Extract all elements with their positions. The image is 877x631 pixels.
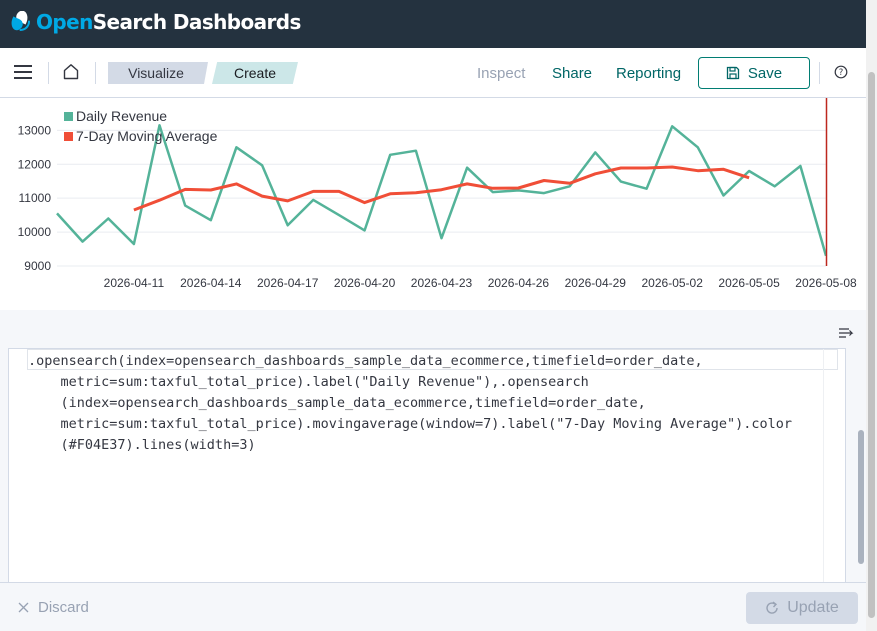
nav-divider [95, 62, 96, 84]
x-tick-label: 2026-05-08 [795, 276, 857, 290]
x-tick-label: 2026-05-05 [718, 276, 780, 290]
timeline-chart[interactable]: 9000 10000 11000 12000 13000 2026-04-11 2026-0… [0, 98, 866, 310]
inspect-link[interactable]: Inspect [477, 65, 525, 82]
word-wrap-icon[interactable] [838, 326, 854, 344]
x-tick-label: 2026-04-23 [411, 276, 473, 290]
close-icon [18, 602, 29, 613]
brand-name: OpenSearch Dashboards [36, 10, 301, 34]
home-icon[interactable] [62, 63, 80, 85]
code-line[interactable]: metric=sum:taxful_total_price).label("Da… [28, 372, 792, 393]
breadcrumb-visualize[interactable]: Visualize [108, 62, 208, 84]
x-tick-label: 2026-05-02 [642, 276, 704, 290]
x-tick-label: 2026-04-20 [334, 276, 396, 290]
opensearch-logo[interactable]: OpenSearch Dashboards [10, 10, 301, 34]
editor-scrollbar-thumb[interactable] [858, 430, 864, 564]
share-link[interactable]: Share [552, 65, 592, 82]
expression-editor[interactable]: .opensearch(index=opensearch_dashboards_… [8, 348, 846, 583]
legend-swatch [64, 132, 73, 141]
page-scrollbar-thumb[interactable] [868, 72, 875, 618]
legend-label: 7-Day Moving Average [76, 128, 218, 144]
code-line[interactable]: metric=sum:taxful_total_price).movingave… [28, 414, 793, 435]
x-tick-label: 2026-04-14 [180, 276, 242, 290]
x-tick-label: 2026-04-29 [565, 276, 627, 290]
expression-code[interactable]: .opensearch(index=opensearch_dashboards_… [28, 351, 792, 456]
discard-label: Discard [38, 599, 89, 616]
breadcrumb-create: Create [212, 62, 298, 84]
nav-divider [819, 62, 820, 84]
navigation-bar: Visualize Create Inspect Share Reporting… [0, 48, 866, 98]
x-tick-label: 2026-04-26 [488, 276, 550, 290]
code-line[interactable]: .opensearch(index=opensearch_dashboards_… [28, 351, 792, 372]
line-chart[interactable]: 9000 10000 11000 12000 13000 2026-04-11 2026-0… [0, 98, 866, 310]
save-button[interactable]: Save [698, 57, 810, 89]
save-label: Save [747, 64, 783, 82]
editor-scroll-gutter [823, 349, 845, 583]
brand-prefix: Open [36, 10, 93, 34]
svg-text:?: ? [839, 68, 844, 78]
update-button[interactable]: Update [746, 592, 858, 624]
discard-button[interactable]: Discard [18, 599, 89, 616]
legend-swatch [64, 112, 73, 121]
y-tick-label: 11000 [19, 191, 52, 205]
y-tick-label: 9000 [24, 259, 51, 273]
expression-editor-panel: .opensearch(index=opensearch_dashboards_… [0, 310, 866, 583]
footer-bar: Discard Update [0, 582, 866, 631]
brand-suffix: Search Dashboards [92, 10, 302, 34]
nav-divider [48, 62, 49, 84]
x-tick-label: 2026-04-17 [257, 276, 319, 290]
menu-icon[interactable] [14, 65, 32, 79]
legend-label: Daily Revenue [76, 108, 167, 124]
update-label: Update [787, 599, 839, 616]
y-tick-label: 13000 [18, 123, 52, 137]
save-icon [726, 66, 740, 80]
refresh-icon [766, 601, 778, 614]
opensearch-mark-icon [11, 11, 30, 31]
code-line[interactable]: (index=opensearch_dashboards_sample_data… [28, 393, 792, 414]
app-header: OpenSearch Dashboards [0, 0, 866, 48]
reporting-link[interactable]: Reporting [616, 65, 681, 82]
help-icon[interactable]: ? [834, 65, 848, 84]
code-line[interactable]: (#F04E37).lines(width=3) [28, 435, 792, 456]
y-tick-label: 10000 [18, 225, 52, 239]
y-tick-label: 12000 [18, 157, 52, 171]
x-tick-label: 2026-04-11 [104, 276, 165, 290]
